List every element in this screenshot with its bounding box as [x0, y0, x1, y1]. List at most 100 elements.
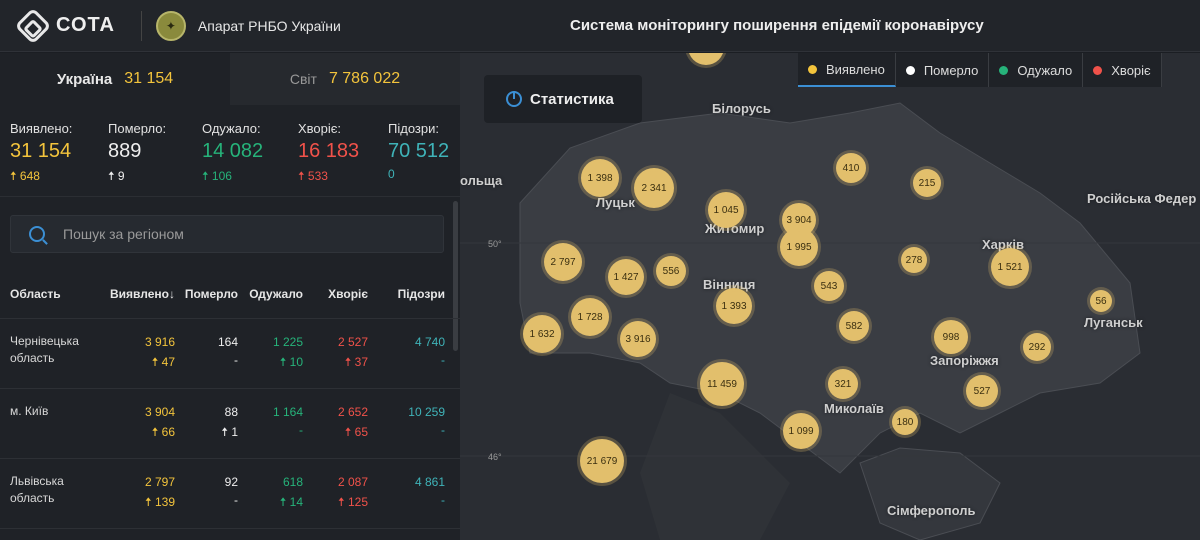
row-suspected: 10 259 — [408, 405, 445, 419]
row-died-delta: - — [234, 493, 238, 507]
label-lutsk: Луцьк — [596, 195, 635, 210]
stat-recovered-label: Одужало: — [202, 121, 261, 136]
legend-sick[interactable]: Хворіє — [1083, 53, 1162, 87]
col-region[interactable]: Область — [10, 287, 100, 301]
stat-recovered-value: 14 082 — [202, 140, 264, 162]
cluster-marker[interactable]: 11 459 — [700, 362, 744, 406]
region-search[interactable] — [10, 215, 444, 253]
col-sick[interactable]: Хворіє — [305, 287, 368, 301]
row-suspected-delta: - — [441, 423, 445, 437]
cluster-marker[interactable]: 527 — [966, 375, 998, 407]
cluster-marker[interactable]: 2 341 — [634, 168, 674, 208]
row-detected-delta: 🠅 47 — [100, 353, 175, 374]
cluster-marker[interactable]: 543 — [814, 271, 844, 301]
cluster-marker[interactable]: 56 — [1090, 290, 1112, 312]
cluster-marker[interactable]: 21 679 — [580, 439, 624, 483]
tab-ukraine-value: 31 154 — [124, 70, 174, 87]
col-recovered[interactable]: Одужало — [240, 287, 303, 301]
cluster-marker[interactable]: 1 427 — [608, 259, 644, 295]
row-suspected-delta: - — [441, 493, 445, 507]
col-detected[interactable]: Виявлено↓ — [100, 287, 175, 301]
cluster-marker[interactable]: 1 632 — [523, 315, 561, 353]
row-died-delta: 🠅 1 — [178, 423, 238, 444]
row-recovered-delta: 🠅 14 — [240, 493, 303, 514]
cluster-marker[interactable]: 321 — [828, 369, 858, 399]
col-suspected[interactable]: Підозри — [370, 287, 445, 301]
cluster-marker[interactable]: 1 521 — [991, 248, 1029, 286]
logo-text: СОТА — [56, 14, 115, 36]
sidebar: Україна 31 154 Світ 7 786 022 Виявлено: … — [0, 53, 460, 540]
stat-detected-label: Виявлено: — [10, 121, 73, 136]
stat-detected: Виявлено: 31 154 🠅 648 — [10, 121, 108, 196]
row-sick-delta-value: 125 — [347, 495, 368, 509]
row-detected-delta: 🠅 66 — [100, 423, 175, 444]
legend-recovered[interactable]: Одужало — [989, 53, 1084, 87]
map-panel[interactable]: 50° 46° Білорусь Луцьк Житомир Вінниця Х… — [460, 53, 1200, 540]
cluster-marker[interactable]: 998 — [934, 320, 968, 354]
tab-world-value: 7 786 022 — [328, 70, 401, 87]
up-arrow-icon: 🠅 — [279, 495, 287, 509]
stat-died-label: Померло: — [108, 121, 167, 136]
row-recovered-delta-value: 14 — [289, 495, 303, 509]
tab-world[interactable]: Світ 7 786 022 — [230, 53, 460, 105]
table-header: Область Виявлено↓ Померло Одужало Хворіє… — [0, 283, 460, 319]
row-suspected-delta: - — [441, 353, 445, 367]
stat-sick-label: Хворіє: — [298, 121, 342, 136]
legend-detected[interactable]: Виявлено — [798, 53, 896, 87]
row-recovered-delta-value: 10 — [289, 355, 303, 369]
stat-died: Померло: 889 🠅 9 — [108, 121, 202, 196]
stat-died-delta-value: 9 — [117, 169, 125, 183]
row-died: 88 — [224, 405, 238, 419]
legend-sick-dot — [1093, 65, 1103, 75]
row-detected: 3 904 — [144, 405, 175, 419]
up-arrow-icon: 🠅 — [298, 169, 305, 183]
cluster-marker[interactable]: 215 — [913, 169, 941, 197]
up-arrow-icon: 🠅 — [221, 425, 228, 439]
up-arrow-icon: 🠅 — [344, 355, 352, 369]
sota-logo[interactable]: СОТА — [14, 7, 115, 44]
row-detected-delta: 🠅 139 — [100, 493, 175, 514]
summary-stats: Виявлено: 31 154 🠅 648 Померло: 889 🠅 9 … — [0, 105, 460, 197]
cluster-marker[interactable]: 556 — [656, 256, 686, 286]
row-recovered-delta: - — [299, 423, 303, 437]
cluster-marker[interactable]: 1 099 — [783, 413, 819, 449]
table-row[interactable]: Чернівецька область 3 916 🠅 47 164 - 1 2… — [0, 319, 460, 389]
cluster-marker[interactable]: 180 — [892, 409, 918, 435]
stat-detected-delta-value: 648 — [19, 169, 40, 183]
cluster-marker[interactable]: 582 — [839, 311, 869, 341]
tab-ukraine[interactable]: Україна 31 154 — [0, 53, 230, 105]
system-title: Система моніторингу поширення епідемії к… — [570, 17, 984, 34]
sota-logo-icon — [14, 7, 52, 44]
statistics-button[interactable]: Статистика — [484, 75, 642, 123]
cluster-marker[interactable]: 1 995 — [780, 228, 818, 266]
cluster-marker[interactable]: 410 — [836, 153, 866, 183]
label-zaporizhzhia: Запоріжжя — [930, 353, 999, 368]
sort-arrow-icon: ↓ — [169, 287, 175, 301]
table-row[interactable]: м. Київ 3 904 🠅 66 88 🠅 1 1 164 - 2 652 … — [0, 389, 460, 459]
cluster-marker[interactable]: 1 728 — [571, 298, 609, 336]
cluster-marker[interactable]: 1 393 — [716, 288, 752, 324]
stat-sick-delta-value: 533 — [307, 169, 328, 183]
cluster-marker[interactable]: 1 045 — [708, 192, 744, 228]
cluster-marker[interactable]: 292 — [1023, 333, 1051, 361]
up-arrow-icon: 🠅 — [145, 495, 152, 509]
row-died: 92 — [224, 475, 238, 489]
col-detected-label: Виявлено — [110, 287, 169, 301]
up-arrow-icon: 🠅 — [202, 169, 209, 183]
stat-suspected-delta: 0 — [388, 167, 395, 181]
legend-died[interactable]: Померло — [896, 53, 990, 87]
cluster-marker[interactable]: 278 — [901, 247, 927, 273]
cluster-marker[interactable]: 2 797 — [544, 243, 582, 281]
top-bar: СОТА ✦ Апарат РНБО України Система моніт… — [0, 0, 1200, 52]
stat-recovered-delta-value: 106 — [211, 169, 232, 183]
cluster-marker[interactable]: 3 916 — [620, 321, 656, 357]
table-row[interactable]: Львівська область 2 797 🠅 139 92 - 618 🠅… — [0, 459, 460, 529]
search-input[interactable] — [63, 226, 403, 242]
label-poland: ольща — [460, 173, 503, 188]
cluster-marker[interactable]: 1 398 — [581, 159, 619, 197]
label-simferopol: Сімферополь — [887, 503, 976, 518]
row-detected-delta-value: 47 — [161, 355, 175, 369]
tab-ukraine-label: Україна — [56, 70, 113, 88]
col-died[interactable]: Померло — [178, 287, 238, 301]
crimea-shape — [859, 447, 1001, 540]
